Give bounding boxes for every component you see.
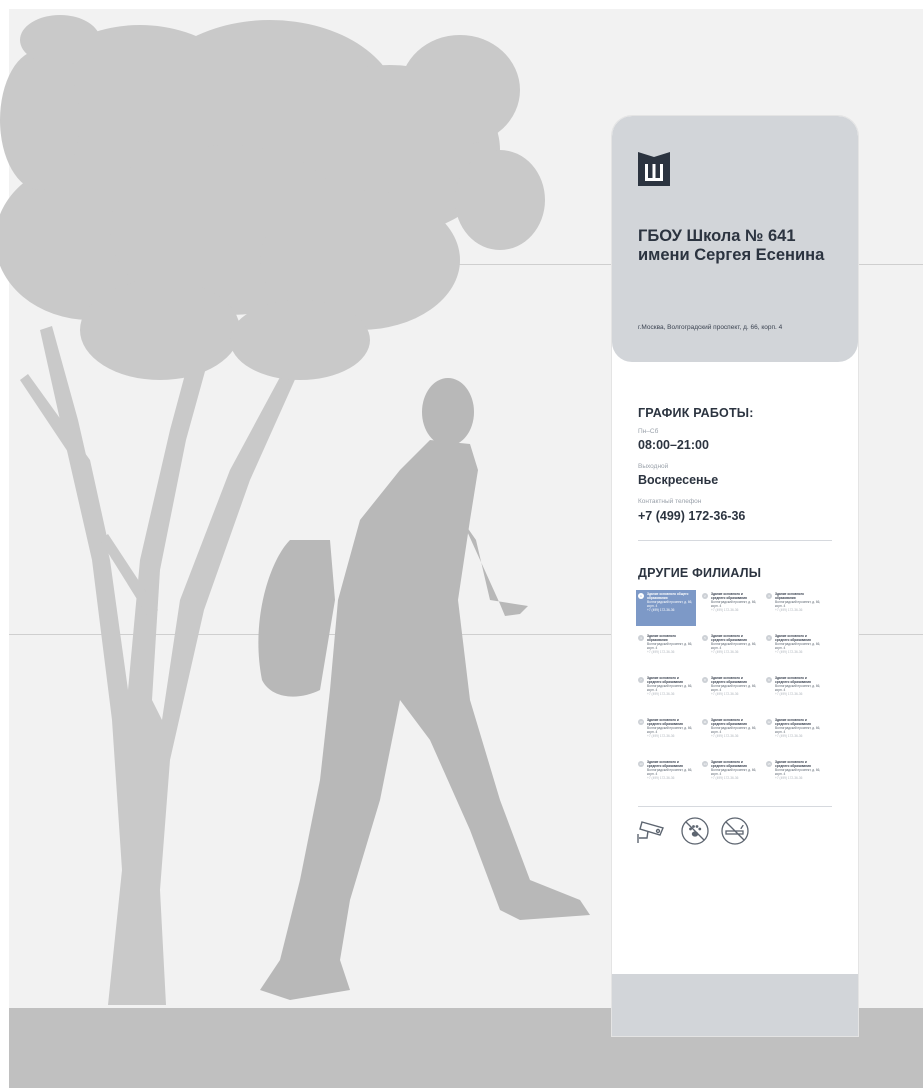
branch-address: Волгоградский проспект, д. 66, корп. 4 bbox=[647, 600, 693, 608]
branch-address: Волгоградский проспект, д. 66, корп. 4 bbox=[647, 726, 693, 734]
branch-number-badge: 8 bbox=[702, 677, 708, 683]
branch-phone: +7 (499) 172-36-36 bbox=[647, 776, 675, 780]
branch-card[interactable]: 2 Здание основного и среднего образования… bbox=[700, 590, 760, 626]
phone-number: +7 (499) 172-36-36 bbox=[638, 509, 746, 523]
no-pets-icon bbox=[681, 817, 709, 845]
branch-card[interactable]: 9 Здание основного и среднего образования… bbox=[764, 674, 824, 710]
branch-card[interactable]: 1 Здание основного общего образования Волг… bbox=[636, 590, 696, 626]
branch-phone: +7 (499) 172-36-36 bbox=[647, 650, 675, 654]
rules-icons bbox=[636, 816, 756, 848]
branch-number-badge: 12 bbox=[766, 719, 772, 725]
branch-card[interactable]: 8 Здание основного и среднего образования… bbox=[700, 674, 760, 710]
branch-address: Волгоградский проспект, д. 66, корп. 4 bbox=[775, 768, 821, 776]
schedule-heading: ГРАФИК РАБОТЫ: bbox=[638, 406, 754, 420]
branch-address: Волгоградский проспект, д. 66, корп. 4 bbox=[647, 642, 693, 650]
branch-title: Здание основного и среднего образования bbox=[775, 760, 811, 768]
branch-number-badge: 14 bbox=[702, 761, 708, 767]
school-address: г.Москва, Волгоградский проспект, д. 66,… bbox=[638, 324, 783, 331]
branch-number-badge: 2 bbox=[702, 593, 708, 599]
branch-card[interactable]: 13 Здание основного и среднего образовани… bbox=[636, 758, 696, 794]
branch-phone: +7 (499) 172-36-36 bbox=[647, 608, 675, 612]
school-logo-icon bbox=[638, 152, 670, 186]
dayoff-value: Воскресенье bbox=[638, 473, 719, 487]
weekdays-label: Пн–Сб bbox=[638, 428, 659, 435]
school-name-line2: имени Сергея Есенина bbox=[638, 246, 825, 264]
branch-phone: +7 (499) 172-36-36 bbox=[711, 608, 739, 612]
branch-card[interactable]: 10 Здание основного и среднего образовани… bbox=[636, 716, 696, 752]
branch-number-badge: 11 bbox=[702, 719, 708, 725]
branch-title: Здание основного общего образования bbox=[647, 592, 689, 600]
branch-number-badge: 13 bbox=[638, 761, 644, 767]
branch-title: Здание основного и среднего образования bbox=[711, 676, 747, 684]
branch-address: Волгоградский проспект, д. 66, корп. 4 bbox=[711, 684, 757, 692]
dayoff-label: Выходной bbox=[638, 463, 669, 470]
branch-phone: +7 (499) 172-36-36 bbox=[775, 692, 803, 696]
branch-phone: +7 (499) 172-36-36 bbox=[711, 776, 739, 780]
branch-address: Волгоградский проспект, д. 66, корп. 4 bbox=[711, 768, 757, 776]
branch-title: Здание основного и среднего образования bbox=[775, 718, 811, 726]
school-name-line1: ГБОУ Школа № 641 bbox=[638, 227, 796, 245]
branch-address: Волгоградский проспект, д. 66, корп. 4 bbox=[775, 726, 821, 734]
branch-card[interactable]: 12 Здание основного и среднего образовани… bbox=[764, 716, 824, 752]
branch-title: Здание основного и среднего образования bbox=[711, 634, 747, 642]
branch-title: Здание основного и среднего образования bbox=[775, 634, 811, 642]
branch-card[interactable]: 15 Здание основного и среднего образовани… bbox=[764, 758, 824, 794]
branch-card[interactable]: 3 Здание основного образования Волгоградск… bbox=[764, 590, 824, 626]
phone-label: Контактный телефон bbox=[638, 498, 702, 505]
school-name: ГБОУ Школа № 641 имени Сергея Есенина bbox=[638, 227, 853, 265]
branch-title: Здание основного образования bbox=[775, 592, 804, 600]
branch-address: Волгоградский проспект, д. 66, корп. 4 bbox=[775, 642, 821, 650]
branch-phone: +7 (499) 172-36-36 bbox=[775, 776, 803, 780]
branch-phone: +7 (499) 172-36-36 bbox=[711, 734, 739, 738]
school-sign-totem: ГБОУ Школа № 641 имени Сергея Есенина г.… bbox=[612, 116, 858, 1036]
branch-number-badge: 3 bbox=[766, 593, 772, 599]
branch-address: Волгоградский проспект, д. 66, корп. 4 bbox=[711, 642, 757, 650]
branch-number-badge: 9 bbox=[766, 677, 772, 683]
branch-title: Здание основного и среднего образования bbox=[711, 760, 747, 768]
branch-number-badge: 7 bbox=[638, 677, 644, 683]
no-smoking-icon bbox=[721, 817, 749, 845]
branch-address: Волгоградский проспект, д. 66, корп. 4 bbox=[775, 600, 821, 608]
branch-card[interactable]: 7 Здание основного и среднего образования… bbox=[636, 674, 696, 710]
branch-title: Здание основного и среднего образования bbox=[711, 592, 747, 600]
branch-title: Здание основного и среднего образования bbox=[647, 718, 683, 726]
branch-title: Здание основного и среднего образования bbox=[711, 718, 747, 726]
branch-title: Здание основного и среднего образования bbox=[647, 676, 683, 684]
branch-number-badge: 10 bbox=[638, 719, 644, 725]
branch-number-badge: 5 bbox=[702, 635, 708, 641]
branch-phone: +7 (499) 172-36-36 bbox=[711, 650, 739, 654]
branch-card[interactable]: 5 Здание основного и среднего образования… bbox=[700, 632, 760, 668]
branch-address: Волгоградский проспект, д. 66, корп. 4 bbox=[711, 600, 757, 608]
street-scene: ГБОУ Школа № 641 имени Сергея Есенина г.… bbox=[0, 0, 923, 1088]
branch-number-badge: 1 bbox=[638, 593, 644, 599]
person-silhouette bbox=[258, 378, 590, 1000]
branch-card[interactable]: 4 Здание основного образования Волгоградск… bbox=[636, 632, 696, 668]
branch-number-badge: 4 bbox=[638, 635, 644, 641]
sign-base bbox=[612, 974, 858, 1036]
branch-title: Здание основного образования bbox=[647, 634, 676, 642]
branch-phone: +7 (499) 172-36-36 bbox=[647, 692, 675, 696]
branch-address: Волгоградский проспект, д. 66, корп. 4 bbox=[775, 684, 821, 692]
branch-address: Волгоградский проспект, д. 66, корп. 4 bbox=[711, 726, 757, 734]
branch-phone: +7 (499) 172-36-36 bbox=[775, 734, 803, 738]
sign-header-panel: ГБОУ Школа № 641 имени Сергея Есенина г.… bbox=[612, 116, 858, 362]
divider bbox=[638, 540, 832, 541]
branch-phone: +7 (499) 172-36-36 bbox=[711, 692, 739, 696]
branch-number-badge: 6 bbox=[766, 635, 772, 641]
branch-phone: +7 (499) 172-36-36 bbox=[647, 734, 675, 738]
branch-number-badge: 15 bbox=[766, 761, 772, 767]
branch-phone: +7 (499) 172-36-36 bbox=[775, 650, 803, 654]
branch-address: Волгоградский проспект, д. 66, корп. 4 bbox=[647, 684, 693, 692]
branch-card[interactable]: 14 Здание основного и среднего образовани… bbox=[700, 758, 760, 794]
weekdays-hours: 08:00–21:00 bbox=[638, 438, 709, 452]
branches-heading: ДРУГИЕ ФИЛИАЛЫ bbox=[638, 566, 762, 580]
branch-address: Волгоградский проспект, д. 66, корп. 4 bbox=[647, 768, 693, 776]
branch-title: Здание основного и среднего образования bbox=[647, 760, 683, 768]
branch-title: Здание основного и среднего образования bbox=[775, 676, 811, 684]
branch-card[interactable]: 6 Здание основного и среднего образования… bbox=[764, 632, 824, 668]
branch-card[interactable]: 11 Здание основного и среднего образовани… bbox=[700, 716, 760, 752]
video-surveillance-icon bbox=[637, 821, 664, 843]
divider bbox=[638, 806, 832, 807]
branch-phone: +7 (499) 172-36-36 bbox=[775, 608, 803, 612]
